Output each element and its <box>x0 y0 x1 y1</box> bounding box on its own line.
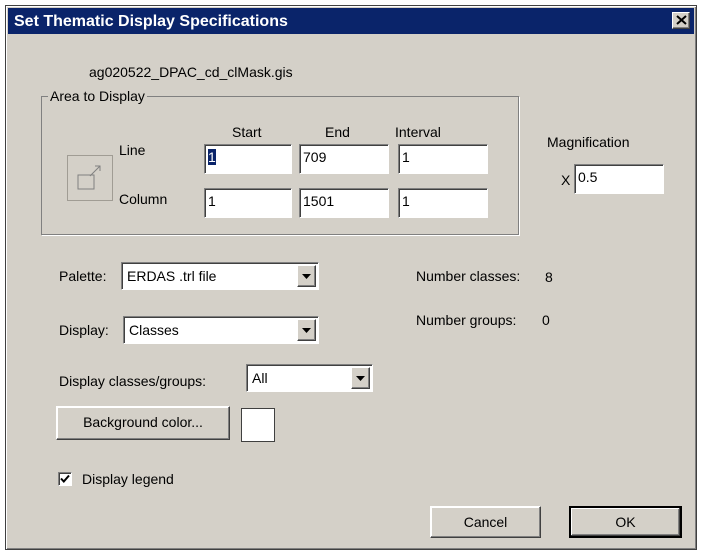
close-icon <box>676 15 687 25</box>
area-to-display-label: Area to Display <box>48 88 147 104</box>
display-classes-label: Display classes/groups: <box>59 373 207 389</box>
window-title: Set Thematic Display Specifications <box>14 13 288 30</box>
interval-header: Interval <box>395 124 441 140</box>
column-end-input[interactable]: 1501 <box>299 188 389 218</box>
palette-value: ERDAS .trl file <box>127 268 217 284</box>
display-legend-label: Display legend <box>82 471 174 487</box>
display-select[interactable]: Classes <box>123 316 319 344</box>
cancel-button[interactable]: Cancel <box>430 506 541 538</box>
line-interval-input[interactable]: 1 <box>398 144 488 174</box>
display-classes-value: All <box>252 370 268 386</box>
column-start-input[interactable]: 1 <box>204 188 292 218</box>
start-header: Start <box>232 124 262 140</box>
line-end-input[interactable]: 709 <box>299 144 389 174</box>
number-classes-value: 8 <box>545 269 553 285</box>
display-classes-dropdown-button[interactable] <box>351 367 370 389</box>
thematic-display-dialog: Set Thematic Display Specifications ag02… <box>5 5 697 550</box>
number-groups-label: Number groups: <box>416 312 517 328</box>
number-groups-value: 0 <box>542 312 550 328</box>
display-label: Display: <box>59 322 109 338</box>
display-legend-checkbox[interactable] <box>58 472 72 486</box>
end-header: End <box>325 124 350 140</box>
checkmark-icon <box>60 474 70 483</box>
chevron-down-icon <box>356 376 365 381</box>
magnification-label: Magnification <box>547 134 630 150</box>
palette-select[interactable]: ERDAS .trl file <box>121 262 319 290</box>
number-classes-label: Number classes: <box>416 268 521 284</box>
line-label: Line <box>119 142 146 158</box>
magnification-input[interactable]: 0.5 <box>574 164 664 194</box>
magnification-prefix: X <box>561 172 571 188</box>
background-color-swatch[interactable] <box>241 408 275 442</box>
display-value: Classes <box>129 322 179 338</box>
chevron-down-icon <box>302 274 311 279</box>
file-name: ag020522_DPAC_cd_clMask.gis <box>89 64 293 80</box>
column-label: Column <box>119 191 168 207</box>
ok-button[interactable]: OK <box>569 506 682 538</box>
display-dropdown-button[interactable] <box>297 319 316 341</box>
column-interval-input[interactable]: 1 <box>398 188 488 218</box>
title-bar[interactable]: Set Thematic Display Specifications <box>8 8 694 34</box>
line-start-input[interactable]: 1 <box>204 144 292 174</box>
palette-label: Palette: <box>59 268 107 284</box>
display-classes-select[interactable]: All <box>246 364 373 392</box>
close-button[interactable] <box>672 12 690 29</box>
zoom-region-icon[interactable] <box>67 155 113 201</box>
background-color-button[interactable]: Background color... <box>56 406 230 440</box>
chevron-down-icon <box>302 328 311 333</box>
palette-dropdown-button[interactable] <box>297 265 316 287</box>
